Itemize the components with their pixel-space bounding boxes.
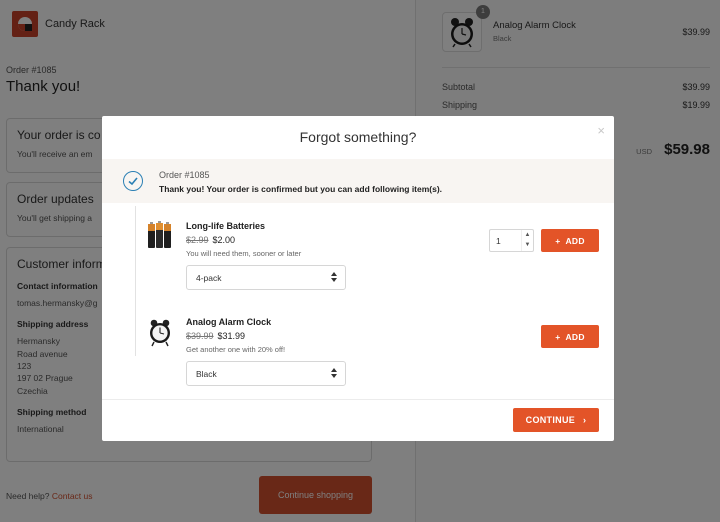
item-price: $39.99 $31.99 (186, 331, 245, 341)
item-name: Long-life Batteries (186, 221, 266, 231)
modal-title: Forgot something? (299, 129, 417, 145)
continue-label: CONTINUE (525, 415, 576, 425)
quantity-stepper[interactable]: 1 ▲ ▼ (489, 229, 534, 252)
variant-value: 4-pack (196, 273, 222, 283)
batteries-icon (146, 220, 174, 252)
notice-message: Thank you! Your order is confirmed but y… (159, 184, 443, 194)
variant-select[interactable]: 4-pack (186, 265, 346, 290)
select-arrows-icon (331, 368, 337, 378)
continue-button[interactable]: CONTINUE › (513, 408, 599, 432)
item-description: Get another one with 20% off! (186, 345, 286, 354)
item-name: Analog Alarm Clock (186, 317, 272, 327)
plus-icon: + (555, 235, 561, 246)
offer-item: Analog Alarm Clock $39.99 $31.99 Get anot… (102, 312, 614, 392)
stepper-arrows: ▲ ▼ (521, 230, 533, 251)
new-price: $2.00 (212, 235, 236, 245)
old-price: $2.99 (186, 235, 209, 245)
add-batteries-button[interactable]: + ADD (541, 229, 599, 252)
variant-select[interactable]: Black (186, 361, 346, 386)
add-label: ADD (565, 235, 585, 246)
close-icon[interactable]: × (597, 123, 605, 138)
chevron-right-icon: › (583, 415, 587, 425)
old-price: $39.99 (186, 331, 214, 341)
offer-item: Long-life Batteries $2.99 $2.00 You will … (102, 216, 614, 296)
plus-icon: + (555, 331, 561, 342)
quantity-value: 1 (496, 236, 501, 246)
item-price: $2.99 $2.00 (186, 235, 235, 245)
stepper-down-icon[interactable]: ▼ (522, 240, 533, 250)
modal-footer-divider (102, 399, 614, 400)
notice-order-number: Order #1085 (159, 170, 210, 180)
order-notice: Order #1085 Thank you! Your order is con… (102, 159, 614, 203)
new-price: $31.99 (217, 331, 246, 341)
alarm-clock-icon (146, 316, 174, 348)
variant-value: Black (196, 369, 217, 379)
check-circle-icon (123, 171, 143, 191)
item-description: You will need them, sooner or later (186, 249, 302, 258)
add-alarm-clock-button[interactable]: + ADD (541, 325, 599, 348)
add-label: ADD (565, 331, 585, 342)
upsell-modal: Forgot something? × Order #1085 Thank yo… (102, 116, 614, 441)
select-arrows-icon (331, 272, 337, 282)
stepper-up-icon[interactable]: ▲ (522, 230, 533, 240)
